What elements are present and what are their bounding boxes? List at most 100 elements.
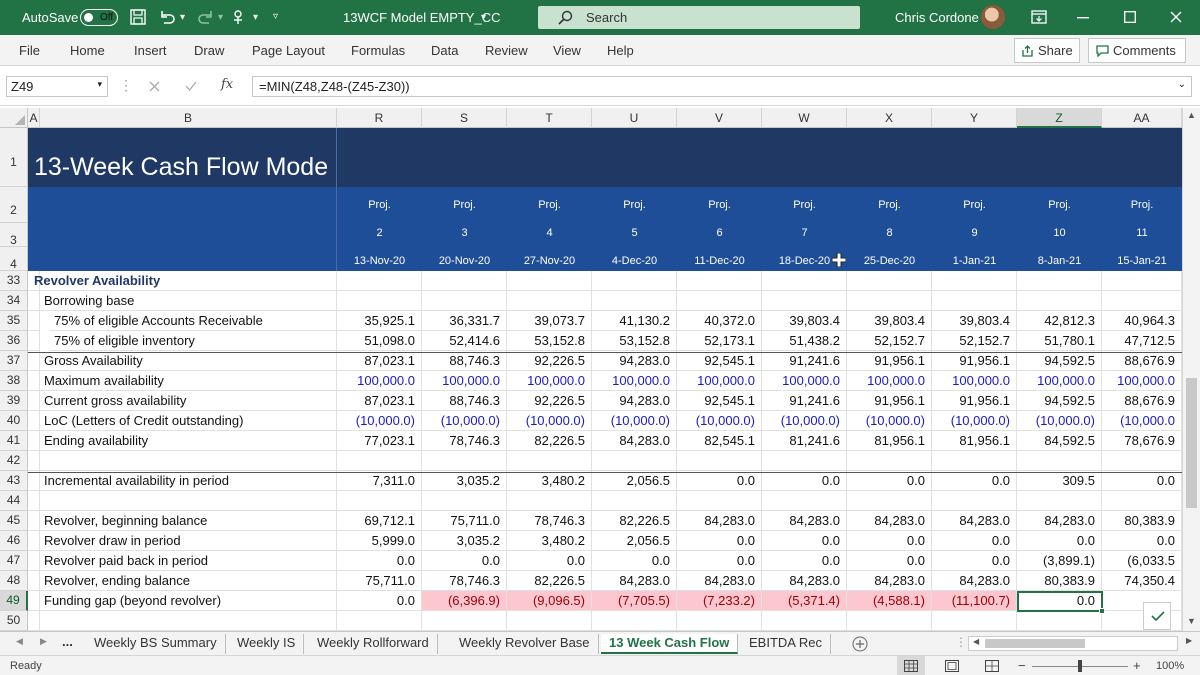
data-cell[interactable]: 3,480.2 — [507, 531, 592, 551]
data-cell[interactable]: 0.0 — [847, 531, 932, 551]
data-cell[interactable]: 0.0 — [337, 551, 422, 571]
data-cell[interactable] — [677, 271, 762, 291]
data-cell[interactable]: 0.0 — [1102, 471, 1182, 491]
data-cell[interactable]: 84,283.0 — [677, 511, 762, 531]
row-label[interactable]: 75% of eligible Accounts Receivable — [50, 311, 337, 331]
data-cell[interactable]: 0.0 — [422, 551, 507, 571]
data-cell[interactable]: 100,000.0 — [1102, 371, 1182, 391]
row-header-4[interactable]: 4 — [0, 247, 28, 271]
cell-a[interactable] — [28, 571, 40, 591]
data-cell[interactable]: 84,283.0 — [847, 511, 932, 531]
row-label[interactable]: Gross Availability — [40, 351, 337, 371]
menu-view[interactable]: View — [553, 43, 581, 58]
data-cell[interactable]: 2,056.5 — [592, 471, 677, 491]
data-cell[interactable] — [677, 451, 762, 471]
data-cell[interactable]: 91,956.1 — [932, 351, 1017, 371]
data-cell[interactable] — [847, 291, 932, 311]
cell-a[interactable] — [28, 311, 40, 331]
data-cell[interactable]: 84,283.0 — [592, 431, 677, 451]
data-cell[interactable]: 82,545.1 — [677, 431, 762, 451]
column-header-u[interactable]: U — [592, 108, 677, 128]
data-cell[interactable]: 88,676.9 — [1102, 351, 1182, 371]
data-cell[interactable] — [1102, 291, 1182, 311]
formula-input[interactable]: =MIN(Z48,Z48-(Z45-Z30)) ⌄ — [252, 76, 1192, 97]
cell-a[interactable] — [28, 411, 40, 431]
data-cell[interactable]: 0.0 — [847, 551, 932, 571]
data-cell[interactable]: 0.0 — [677, 471, 762, 491]
data-cell[interactable] — [1102, 271, 1182, 291]
tab-scroll-right-icon[interactable]: ▶ — [40, 636, 47, 647]
data-cell[interactable] — [677, 291, 762, 311]
tab-split-handle[interactable]: ⋮ — [955, 635, 967, 649]
scroll-down-icon[interactable]: ▼ — [1187, 616, 1196, 626]
data-cell[interactable]: 51,098.0 — [337, 331, 422, 351]
undo-dropdown-icon[interactable]: ▾ — [180, 12, 185, 23]
row-header-41[interactable]: 41 — [0, 431, 28, 451]
column-header-r[interactable]: R — [337, 108, 422, 128]
data-cell[interactable]: 75,711.0 — [422, 511, 507, 531]
row-header-49[interactable]: 49 — [0, 591, 28, 611]
scroll-up-icon[interactable]: ▲ — [1187, 110, 1196, 120]
row-label[interactable]: 75% of eligible inventory — [50, 331, 337, 351]
row-header-42[interactable]: 42 — [0, 451, 28, 471]
cancel-icon[interactable] — [149, 81, 160, 92]
tab-ebitda-rec[interactable]: EBITDA Rec — [741, 634, 831, 654]
hscroll-right-icon[interactable]: ▶ — [1186, 636, 1192, 645]
data-cell[interactable]: 94,283.0 — [592, 351, 677, 371]
data-cell[interactable] — [592, 491, 677, 511]
cell-a[interactable] — [28, 491, 40, 511]
row-header-40[interactable]: 40 — [0, 411, 28, 431]
data-cell[interactable]: 36,331.7 — [422, 311, 507, 331]
data-cell[interactable]: 2,056.5 — [592, 531, 677, 551]
data-cell[interactable]: 92,545.1 — [677, 351, 762, 371]
data-cell[interactable] — [337, 491, 422, 511]
data-cell[interactable]: 91,956.1 — [932, 391, 1017, 411]
row-label[interactable] — [40, 451, 337, 471]
data-cell[interactable]: 88,676.9 — [1102, 391, 1182, 411]
cell-a[interactable] — [28, 431, 40, 451]
data-cell[interactable] — [1102, 491, 1182, 511]
data-cell[interactable]: 100,000.0 — [1017, 371, 1102, 391]
zoom-out-icon[interactable]: − — [1018, 658, 1026, 673]
data-cell[interactable]: 47,712.5 — [1102, 331, 1182, 351]
column-header-t[interactable]: T — [507, 108, 592, 128]
data-cell[interactable] — [762, 491, 847, 511]
row-label[interactable]: Funding gap (beyond revolver) — [40, 591, 337, 611]
data-cell[interactable] — [507, 491, 592, 511]
data-cell[interactable] — [1017, 451, 1102, 471]
horizontal-scrollbar[interactable]: ◀ — [968, 636, 1178, 651]
data-cell[interactable]: 7,311.0 — [337, 471, 422, 491]
data-cell[interactable] — [932, 611, 1017, 631]
data-cell[interactable] — [422, 611, 507, 631]
row-label[interactable]: LoC (Letters of Credit outstanding) — [40, 411, 337, 431]
menu-insert[interactable]: Insert — [134, 43, 167, 58]
menu-review[interactable]: Review — [485, 43, 528, 58]
data-cell[interactable] — [847, 271, 932, 291]
column-header-v[interactable]: V — [677, 108, 762, 128]
data-cell[interactable]: 3,480.2 — [507, 471, 592, 491]
row-header-47[interactable]: 47 — [0, 551, 28, 571]
data-cell[interactable]: 94,592.5 — [1017, 351, 1102, 371]
data-cell[interactable]: 3,035.2 — [422, 471, 507, 491]
data-cell[interactable] — [337, 611, 422, 631]
maximize-icon[interactable] — [1124, 11, 1136, 23]
data-cell[interactable]: 92,226.5 — [507, 351, 592, 371]
data-cell[interactable]: 53,152.8 — [592, 331, 677, 351]
zoom-level[interactable]: 100% — [1156, 660, 1184, 672]
data-cell[interactable]: 91,241.6 — [762, 351, 847, 371]
data-cell[interactable]: 84,283.0 — [847, 571, 932, 591]
row-header-36[interactable]: 36 — [0, 331, 28, 351]
data-cell[interactable]: (10,000.0) — [677, 411, 762, 431]
data-cell[interactable] — [422, 491, 507, 511]
horizontal-scroll-thumb[interactable] — [985, 639, 1085, 648]
data-cell[interactable]: 81,956.1 — [847, 431, 932, 451]
data-cell[interactable] — [847, 451, 932, 471]
data-cell[interactable]: 0.0 — [762, 531, 847, 551]
data-cell[interactable]: 0.0 — [932, 471, 1017, 491]
data-cell[interactable]: (10,000.0) — [1017, 411, 1102, 431]
row-header-46[interactable]: 46 — [0, 531, 28, 551]
row-header-45[interactable]: 45 — [0, 511, 28, 531]
data-cell[interactable]: 78,746.3 — [422, 431, 507, 451]
vertical-scroll-thumb[interactable] — [1186, 378, 1197, 508]
row-label[interactable]: Revolver, beginning balance — [40, 511, 337, 531]
